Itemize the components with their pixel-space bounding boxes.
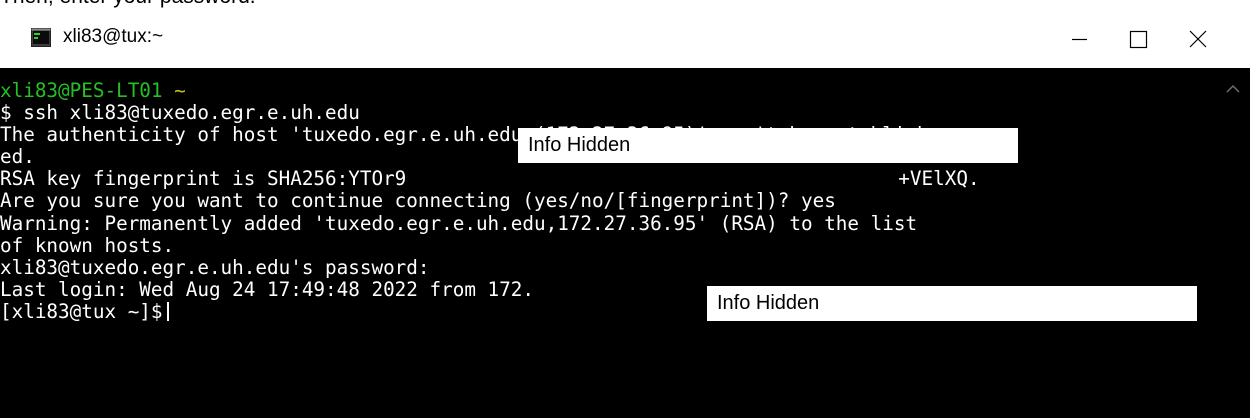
terminal-prompt-line: xli83@PES-LT01 ~ [0,79,980,102]
terminal-line: $ ssh xli83@tuxedo.egr.e.uh.edu [0,101,360,125]
terminal-line: xli83@tuxedo.egr.e.uh.edu's password: [0,255,430,279]
window-title: xli83@tux:~ [63,26,164,47]
window-titlebar[interactable]: xli83@tux:~ [0,14,1250,64]
prompt-directory: ~ [174,79,186,102]
minimize-icon [1072,38,1087,41]
terminal-area[interactable]: xli83@PES-LT01 ~ $ ssh xli83@tuxedo.egr.… [0,68,1250,418]
redaction-box: Info Hidden [518,128,1018,163]
fingerprint-prefix: RSA key fingerprint is SHA256:YTOr9 [0,167,407,191]
scroll-up-button[interactable] [1216,68,1250,108]
document-caption: Then, enter your password. [0,0,256,13]
redaction-box: Info Hidden [707,286,1197,321]
prompt-user-host: xli83@PES-LT01 [0,79,163,102]
close-button[interactable] [1168,14,1228,64]
text-cursor [166,301,169,321]
fingerprint-tail: +VElXQ. [898,167,980,191]
close-icon [1189,30,1207,48]
terminal-line: of known hosts. [0,233,175,257]
minimize-button[interactable] [1048,14,1108,64]
terminal-app-icon [31,28,51,47]
terminal-line: Warning: Permanently added 'tuxedo.egr.e… [0,211,918,235]
shell-prompt: [xli83@tux ~]$ [0,299,163,323]
maximize-button[interactable] [1108,14,1168,64]
terminal-line: Are you sure you want to continue connec… [0,189,836,213]
chevron-up-icon [1226,84,1240,93]
terminal-fingerprint-line: RSA key fingerprint is SHA256:YTOr9 +VElX… [0,168,980,190]
maximize-icon [1129,30,1148,49]
